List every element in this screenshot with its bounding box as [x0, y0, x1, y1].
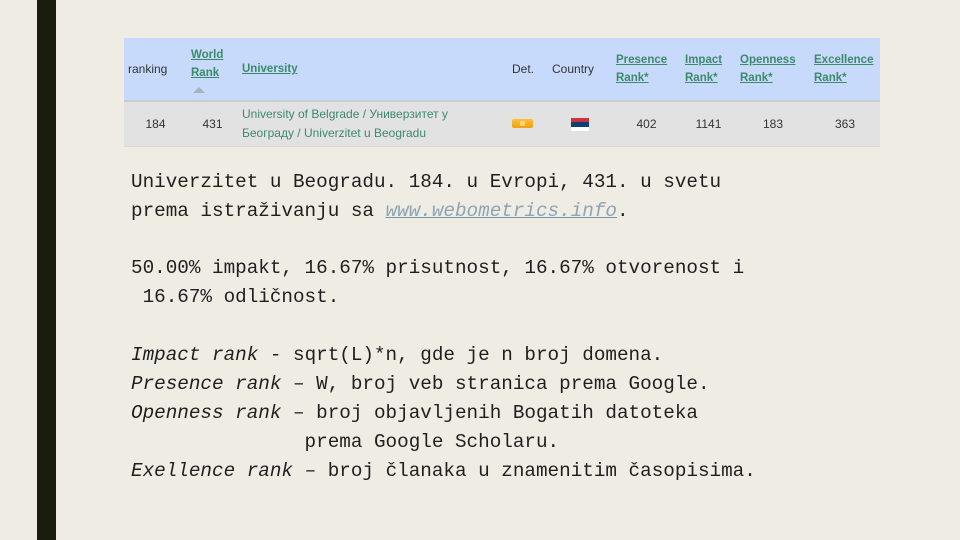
cell-impact-rank: 1141	[695, 116, 722, 131]
table-row: 184 431 University of Belgrade / Универз…	[124, 101, 880, 146]
university-sort-link[interactable]: University	[242, 63, 298, 75]
webometrics-link[interactable]: www.webometrics.info	[386, 200, 617, 222]
summary-period: .	[616, 200, 629, 222]
table-header-row: ranking World Rank University Det. Countr…	[124, 38, 880, 101]
summary-line-1: Univerzitet u Beogradu. 184. u Evropi, 4…	[131, 171, 722, 193]
cell-excellence-rank: 363	[834, 116, 856, 131]
cell-country	[548, 101, 612, 146]
serbia-flag-icon	[571, 117, 589, 131]
summary-line-2-prefix: prema istraživanju sa	[131, 200, 386, 222]
openness-rank-definition: – broj objavljenih Bogatih datoteka	[281, 402, 698, 424]
university-link[interactable]: University of Belgrade / Универзитет у Бе…	[238, 101, 508, 146]
presence-rank-term: Presence rank	[131, 373, 282, 395]
excellence-rank-sort-link[interactable]: Excellence Rank*	[814, 54, 873, 84]
openness-rank-definition-cont: prema Google Scholaru.	[131, 431, 560, 453]
impact-rank-sort-link[interactable]: Impact Rank*	[685, 54, 722, 84]
webometrics-ranking-table: ranking World Rank University Det. Countr…	[124, 38, 880, 147]
cell-world-rank: 431	[202, 116, 223, 131]
header-openness-rank[interactable]: Openness Rank*	[736, 38, 810, 101]
ranking-summary-paragraph: Univerzitet u Beogradu. 184. u Evropi, 4…	[131, 168, 721, 226]
header-impact-rank[interactable]: Impact Rank*	[681, 38, 736, 101]
cell-openness-rank: 183	[762, 116, 784, 131]
header-country: Country	[552, 61, 595, 76]
weighting-line-1: 50.00% impakt, 16.67% prisutnost, 16.67%…	[131, 257, 745, 279]
impact-rank-term: Impact rank	[131, 344, 259, 366]
header-university[interactable]: University	[238, 38, 508, 101]
world-rank-sort-link[interactable]: World Rank	[191, 49, 223, 79]
slide-accent-bar	[37, 0, 56, 540]
excellence-rank-term: Exellence rank	[131, 460, 293, 482]
weighting-paragraph: 50.00% impakt, 16.67% prisutnost, 16.67%…	[131, 254, 744, 312]
openness-rank-term: Openness rank	[131, 402, 282, 424]
header-det: Det.	[512, 61, 535, 76]
header-world-rank[interactable]: World Rank	[187, 38, 238, 101]
definitions-paragraph: Impact rank - sqrt(L)*n, gde je n broj d…	[131, 341, 756, 486]
weighting-line-2: 16.67% odličnost.	[131, 286, 340, 308]
cell-det[interactable]	[508, 101, 548, 146]
presence-rank-definition: – W, broj veb stranica prema Google.	[281, 373, 710, 395]
presence-rank-sort-link[interactable]: Presence Rank*	[616, 54, 667, 84]
header-ranking: ranking	[128, 61, 168, 76]
openness-rank-sort-link[interactable]: Openness Rank*	[740, 54, 796, 84]
cell-ranking: 184	[145, 116, 166, 131]
excellence-rank-definition: – broj članaka u znamenitim časopisima.	[293, 460, 756, 482]
cell-presence-rank: 402	[636, 116, 657, 131]
impact-rank-definition: - sqrt(L)*n, gde je n broj domena.	[258, 344, 664, 366]
details-badge-icon[interactable]	[512, 118, 533, 128]
sort-ascending-icon[interactable]	[193, 86, 205, 93]
header-excellence-rank[interactable]: Excellence Rank*	[810, 38, 880, 101]
header-presence-rank[interactable]: Presence Rank*	[612, 38, 681, 101]
